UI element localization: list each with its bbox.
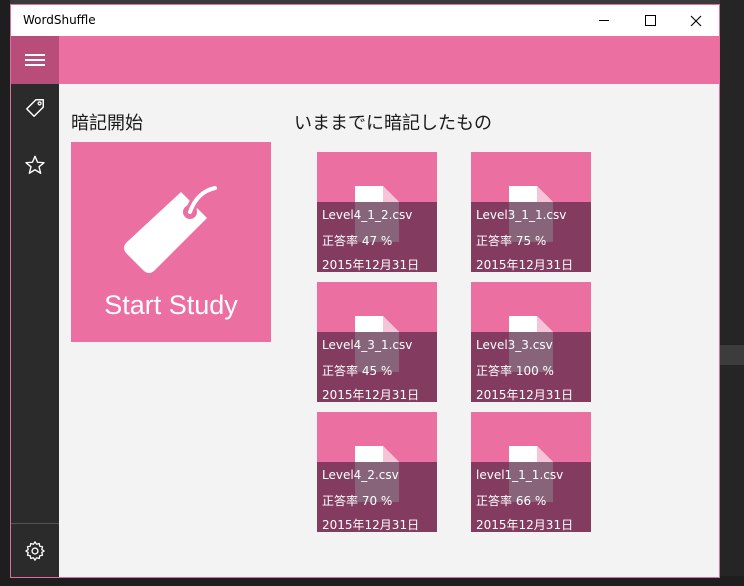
study-date: 2015年12月31日 (476, 388, 574, 402)
tag-icon (26, 99, 44, 117)
desktop-background-right (720, 0, 744, 586)
nav-item-settings[interactable] (11, 527, 59, 575)
accuracy-rate: 正答率 45 % (322, 364, 393, 378)
nav-item-favorites[interactable] (11, 141, 59, 189)
history-file-tile[interactable]: Level4_2.csv 正答率 70 % 2015年12月31日 (317, 412, 437, 532)
desktop-background-left (0, 0, 10, 586)
close-icon (690, 15, 702, 26)
file-name: Level4_2.csv (322, 468, 399, 482)
header-band (59, 36, 719, 84)
nav-item-study[interactable] (11, 84, 59, 132)
file-name: Level3_3.csv (476, 338, 553, 352)
hamburger-icon (25, 54, 45, 66)
maximize-button[interactable] (627, 5, 673, 36)
window-title: WordShuffle (23, 13, 96, 27)
accuracy-rate: 正答率 75 % (476, 234, 547, 248)
hamburger-menu-button[interactable] (11, 36, 59, 84)
gear-icon (25, 541, 45, 561)
tag-icon (124, 183, 220, 273)
minimize-button[interactable] (581, 5, 627, 36)
accuracy-rate: 正答率 47 % (322, 234, 393, 248)
app-window: WordShuffle 暗記開始 いままでに暗記したもの Start Study… (10, 4, 720, 578)
start-section-heading: 暗記開始 (71, 113, 143, 134)
history-file-tile[interactable]: level1_1_1.csv 正答率 66 % 2015年12月31日 (471, 412, 591, 532)
close-button[interactable] (673, 5, 719, 36)
accuracy-rate: 正答率 70 % (322, 494, 393, 508)
accuracy-rate: 正答率 100 % (476, 364, 554, 378)
study-date: 2015年12月31日 (476, 518, 574, 532)
study-date: 2015年12月31日 (322, 388, 420, 402)
navigation-pane (11, 36, 59, 577)
maximize-icon (644, 15, 656, 26)
file-name: Level4_1_2.csv (322, 208, 413, 222)
nav-divider (11, 523, 59, 524)
file-name: Level4_3_1.csv (322, 338, 413, 352)
history-file-tile[interactable]: Level4_1_2.csv 正答率 47 % 2015年12月31日 (317, 152, 437, 272)
star-icon (25, 155, 45, 174)
title-bar[interactable]: WordShuffle (11, 5, 719, 36)
study-date: 2015年12月31日 (322, 258, 420, 272)
start-study-label: Start Study (104, 290, 238, 320)
file-name: level1_1_1.csv (476, 468, 564, 482)
start-study-tile[interactable]: Start Study (71, 142, 271, 342)
history-section-heading: いままでに暗記したもの (294, 113, 492, 134)
file-name: Level3_1_1.csv (476, 208, 567, 222)
history-file-tile[interactable]: Level4_3_1.csv 正答率 45 % 2015年12月31日 (317, 282, 437, 402)
history-file-tile[interactable]: Level3_1_1.csv 正答率 75 % 2015年12月31日 (471, 152, 591, 272)
study-date: 2015年12月31日 (322, 518, 420, 532)
study-date: 2015年12月31日 (476, 258, 574, 272)
minimize-icon (599, 20, 609, 21)
accuracy-rate: 正答率 66 % (476, 494, 547, 508)
history-file-tile[interactable]: Level3_3.csv 正答率 100 % 2015年12月31日 (471, 282, 591, 402)
